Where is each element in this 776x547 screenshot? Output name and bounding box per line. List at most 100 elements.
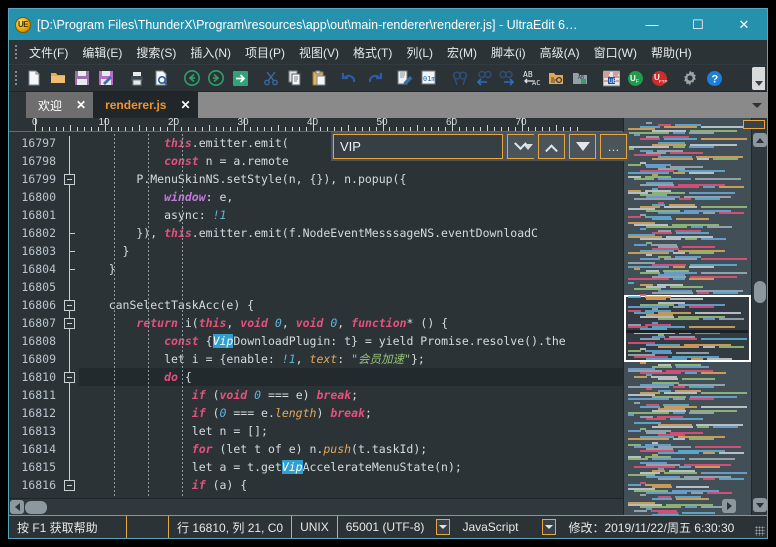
print-icon[interactable] xyxy=(126,67,148,89)
print-preview-icon[interactable] xyxy=(150,67,172,89)
fold-collapse-icon[interactable] xyxy=(64,300,75,311)
vertical-scroll-thumb[interactable] xyxy=(754,281,766,303)
close-button[interactable]: ✕ xyxy=(721,9,767,40)
ftp-save-icon[interactable]: UFTP xyxy=(648,67,670,89)
settings-gear-icon[interactable] xyxy=(679,67,701,89)
horizontal-scrollbar[interactable] xyxy=(9,498,623,515)
code-line[interactable]: async: !1 xyxy=(79,206,623,224)
code-line[interactable]: return i(this, void 0, void 0, function*… xyxy=(79,314,623,332)
fold-marker-row[interactable] xyxy=(61,386,79,404)
menu-advanced[interactable]: 高级(A) xyxy=(533,41,587,64)
fold-marker-row[interactable] xyxy=(61,350,79,368)
menu-edit[interactable]: 编辑(E) xyxy=(75,41,129,64)
tab-renderer-js[interactable]: renderer.js ✕ xyxy=(93,92,197,118)
find-in-files-icon[interactable] xyxy=(545,67,567,89)
menu-script[interactable]: 脚本(i) xyxy=(484,41,533,64)
code-line[interactable]: let n = []; xyxy=(79,422,623,440)
fold-marker-row[interactable] xyxy=(61,170,79,188)
menu-insert[interactable]: 插入(N) xyxy=(183,41,238,64)
menu-format[interactable]: 格式(T) xyxy=(346,41,399,64)
status-language[interactable]: JavaScript xyxy=(454,516,538,538)
fold-marker-row[interactable] xyxy=(61,242,79,260)
code-line[interactable]: do { xyxy=(79,368,623,386)
search-input[interactable] xyxy=(334,138,518,155)
menu-project[interactable]: 项目(P) xyxy=(238,41,292,64)
replace-in-files-icon[interactable]: AB xyxy=(569,67,591,89)
fold-marker-row[interactable] xyxy=(61,296,79,314)
scroll-down-arrow-icon[interactable] xyxy=(753,498,767,512)
cut-icon[interactable] xyxy=(260,67,282,89)
code-line[interactable]: } xyxy=(79,260,623,278)
scroll-up-arrow-icon[interactable] xyxy=(753,133,767,147)
language-dropdown-icon[interactable] xyxy=(542,519,556,535)
menu-view[interactable]: 视图(V) xyxy=(292,41,346,64)
save-as-icon[interactable] xyxy=(95,67,117,89)
code-line[interactable]: }), this.emitter.emit(f.NodeEventMesssag… xyxy=(79,224,623,242)
edit-note-icon[interactable] xyxy=(394,67,416,89)
find-more-options-button[interactable]: … xyxy=(600,134,627,159)
fold-marker-row[interactable] xyxy=(61,476,79,494)
code-line[interactable]: P.MenuSkinNS.setStyle(n, {}), n.popup({ xyxy=(79,170,623,188)
paste-icon[interactable] xyxy=(308,67,330,89)
menu-search[interactable]: 搜索(S) xyxy=(129,41,183,64)
forward-icon[interactable] xyxy=(205,67,227,89)
copy-icon[interactable] xyxy=(284,67,306,89)
menu-window[interactable]: 窗口(W) xyxy=(587,41,644,64)
fold-marker-row[interactable] xyxy=(61,458,79,476)
ftp-open-icon[interactable]: UF xyxy=(624,67,646,89)
hex-edit-icon[interactable]: 01m xyxy=(418,67,440,89)
status-caret-position[interactable]: 行 16810, 列 21, C0 xyxy=(169,516,292,538)
undo-icon[interactable] xyxy=(339,67,361,89)
status-line-ending[interactable]: UNIX xyxy=(292,516,338,538)
replace-icon[interactable]: ABAC xyxy=(521,67,543,89)
code-line[interactable]: let a = t.getVipAccelerateMenuState(n); xyxy=(79,458,623,476)
compare-files-icon[interactable]: UE xyxy=(600,67,622,89)
menu-macro[interactable]: 宏(M) xyxy=(440,41,484,64)
fold-marker-row[interactable] xyxy=(61,332,79,350)
encoding-dropdown-icon[interactable] xyxy=(436,519,450,535)
fold-marker-row[interactable] xyxy=(61,224,79,242)
fold-marker-row[interactable] xyxy=(61,368,79,386)
fold-collapse-icon[interactable] xyxy=(64,174,75,185)
fold-marker-row[interactable] xyxy=(61,440,79,458)
vertical-scrollbar[interactable] xyxy=(751,118,767,515)
code-folding-gutter[interactable] xyxy=(61,132,79,498)
menu-column[interactable]: 列(L) xyxy=(399,41,440,64)
help-icon[interactable]: ? xyxy=(703,67,725,89)
scroll-left-arrow-icon[interactable] xyxy=(10,500,24,514)
fold-collapse-icon[interactable] xyxy=(64,318,75,329)
fold-marker-row[interactable] xyxy=(61,422,79,440)
fold-marker-row[interactable] xyxy=(61,314,79,332)
code-line[interactable]: canSelectTaskAcc(e) { xyxy=(79,296,623,314)
tab-welcome[interactable]: 欢迎 ✕ xyxy=(26,92,93,118)
fold-collapse-icon[interactable] xyxy=(64,480,75,491)
go-to-icon[interactable] xyxy=(229,67,251,89)
new-file-icon[interactable] xyxy=(23,67,45,89)
code-line[interactable]: if (a) { xyxy=(79,476,623,494)
minimize-button[interactable]: — xyxy=(629,9,675,40)
fold-marker-row[interactable] xyxy=(61,152,79,170)
tab-list-dropdown-icon[interactable] xyxy=(747,92,767,118)
fold-marker-row[interactable] xyxy=(61,404,79,422)
scroll-right-arrow-icon[interactable] xyxy=(722,499,736,513)
fold-marker-row[interactable] xyxy=(61,278,79,296)
code-line[interactable] xyxy=(79,278,623,296)
resize-grip-icon[interactable] xyxy=(751,516,767,538)
horizontal-scroll-thumb[interactable] xyxy=(25,501,47,514)
code-line[interactable]: } xyxy=(79,242,623,260)
find-next-icon[interactable] xyxy=(497,67,519,89)
back-icon[interactable] xyxy=(181,67,203,89)
fold-marker-row[interactable] xyxy=(61,260,79,278)
code-minimap[interactable] xyxy=(623,118,751,515)
code-line[interactable]: window: e, xyxy=(79,188,623,206)
tab-renderer-js-close-icon[interactable]: ✕ xyxy=(180,98,190,112)
code-text-area[interactable]: this.emitter.emit( const n = a.remote P.… xyxy=(79,132,623,498)
find-filter-button[interactable] xyxy=(569,134,596,159)
toolbar-drag-grip[interactable] xyxy=(12,70,20,87)
find-previous-icon[interactable] xyxy=(473,67,495,89)
find-next-button[interactable] xyxy=(538,134,565,159)
code-line[interactable]: for (let t of e) n.push(t.taskId); xyxy=(79,440,623,458)
toolbar-overflow-chevron[interactable] xyxy=(752,67,765,90)
code-line[interactable]: if (0 === e.length) break; xyxy=(79,404,623,422)
fold-collapse-icon[interactable] xyxy=(64,372,75,383)
